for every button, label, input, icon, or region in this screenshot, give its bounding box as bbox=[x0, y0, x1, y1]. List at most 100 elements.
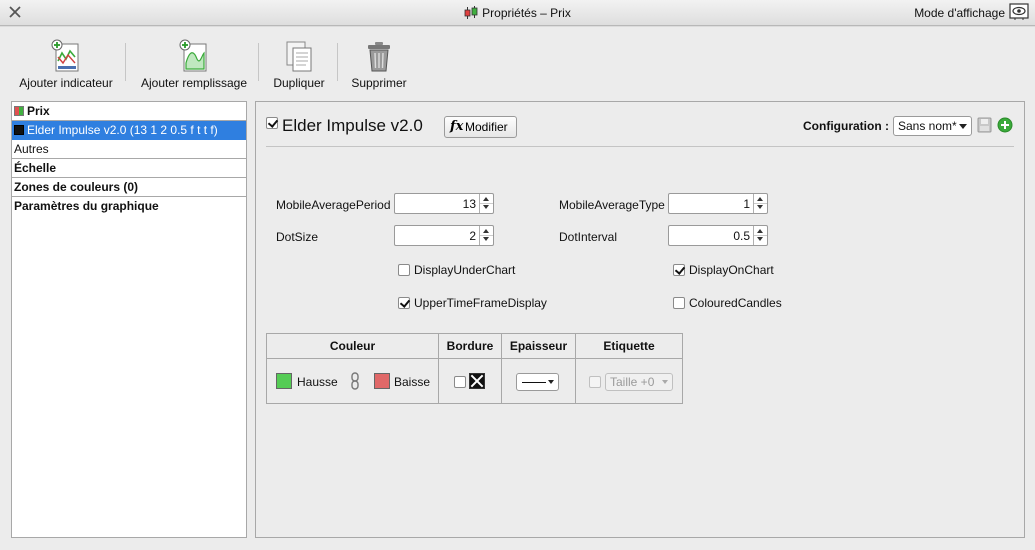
modify-button[interactable]: fx Modifier bbox=[444, 116, 517, 138]
label-checkbox[interactable] bbox=[589, 376, 601, 388]
dot-interval-label: DotInterval bbox=[559, 230, 618, 244]
tree-item-label: Paramètres du graphique bbox=[14, 199, 159, 213]
stepper-down-icon[interactable] bbox=[483, 205, 489, 209]
indicator-properties-panel: Elder Impulse v2.0 fx Modifier Configurat… bbox=[255, 101, 1025, 538]
column-header-couleur: Couleur bbox=[267, 334, 438, 359]
stepper-down-icon[interactable] bbox=[483, 237, 489, 241]
mobile-average-period-stepper[interactable]: 13 bbox=[394, 193, 494, 214]
border-color-swatch[interactable] bbox=[469, 373, 485, 389]
stepper-buttons[interactable] bbox=[753, 194, 767, 213]
label-size-select[interactable]: Taille +0 bbox=[605, 373, 673, 391]
save-icon[interactable] bbox=[977, 117, 992, 133]
coloured-candles-checkbox[interactable] bbox=[673, 297, 685, 309]
tree-item-label: Zones de couleurs (0) bbox=[14, 180, 139, 194]
indicator-enabled-checkbox[interactable] bbox=[266, 117, 278, 129]
add-icon[interactable] bbox=[997, 117, 1013, 133]
display-under-chart-label: DisplayUnderChart bbox=[414, 263, 516, 277]
dot-size-stepper[interactable]: 2 bbox=[394, 225, 494, 246]
mobile-average-type-value[interactable]: 1 bbox=[743, 197, 750, 211]
stepper-up-icon[interactable] bbox=[757, 229, 763, 233]
toolbar-separator bbox=[258, 43, 259, 81]
window-body: Ajouter indicateur Ajouter remplissage D… bbox=[0, 27, 1035, 550]
tree-item-echelle[interactable]: Échelle bbox=[12, 159, 246, 178]
configuration-select[interactable]: Sans nom* bbox=[893, 116, 972, 136]
mobile-average-period-value[interactable]: 13 bbox=[463, 197, 476, 211]
chevron-down-icon bbox=[959, 124, 967, 129]
upper-time-frame-display-checkbox[interactable] bbox=[398, 297, 410, 309]
upper-time-frame-display-label: UpperTimeFrameDisplay bbox=[414, 296, 547, 310]
view-mode-label[interactable]: Mode d'affichage bbox=[914, 6, 1005, 20]
window-title-text: Propriétés – Prix bbox=[482, 6, 571, 20]
stepper-buttons[interactable] bbox=[753, 226, 767, 245]
dot-size-label: DotSize bbox=[276, 230, 319, 244]
border-checkbox[interactable] bbox=[454, 376, 466, 388]
add-indicator-icon bbox=[51, 39, 79, 72]
add-fill-icon bbox=[179, 39, 207, 72]
chain-link-icon[interactable] bbox=[350, 372, 360, 390]
toolbar-separator bbox=[125, 43, 126, 81]
title-bar: Propriétés – Prix Mode d'affichage bbox=[0, 0, 1035, 26]
toolbar-separator bbox=[337, 43, 338, 81]
column-header-etiquette: Etiquette bbox=[576, 334, 682, 359]
duplicate-button[interactable]: Dupliquer bbox=[268, 39, 330, 95]
label-size-value: Taille +0 bbox=[610, 375, 655, 389]
down-color-swatch[interactable] bbox=[374, 373, 390, 389]
add-indicator-label: Ajouter indicateur bbox=[19, 76, 113, 90]
up-color-label: Hausse bbox=[297, 375, 338, 389]
column-header-bordure: Bordure bbox=[439, 334, 501, 359]
display-on-chart-checkbox[interactable] bbox=[673, 264, 685, 276]
line-sample bbox=[522, 382, 546, 383]
stepper-buttons[interactable] bbox=[479, 226, 493, 245]
up-color-swatch[interactable] bbox=[276, 373, 292, 389]
column-header-epaisseur: Epaisseur bbox=[502, 334, 575, 359]
add-fill-button[interactable]: Ajouter remplissage bbox=[136, 39, 252, 95]
mobile-average-type-label: MobileAverageType bbox=[559, 198, 665, 212]
stepper-up-icon[interactable] bbox=[483, 229, 489, 233]
header-divider bbox=[266, 146, 1014, 147]
candlestick-icon bbox=[464, 6, 478, 19]
dot-size-value[interactable]: 2 bbox=[469, 229, 476, 243]
tree-item-label: Elder Impulse v2.0 (13 1 2 0.5 f t t f) bbox=[27, 123, 218, 137]
stepper-up-icon[interactable] bbox=[757, 197, 763, 201]
chevron-down-icon bbox=[662, 380, 668, 384]
duplicate-label: Dupliquer bbox=[273, 76, 325, 90]
display-under-chart-checkbox[interactable] bbox=[398, 264, 410, 276]
delete-label: Supprimer bbox=[351, 76, 407, 90]
eye-icon[interactable] bbox=[1009, 3, 1029, 21]
color-settings-table: Couleur Bordure Epaisseur Etiquette Haus… bbox=[266, 333, 683, 404]
line-thickness-select[interactable] bbox=[516, 373, 559, 391]
tree-item-label: Autres bbox=[14, 142, 49, 156]
configuration-label: Configuration : bbox=[803, 119, 889, 133]
tree-item-label: Échelle bbox=[14, 161, 57, 175]
stepper-up-icon[interactable] bbox=[483, 197, 489, 201]
chevron-down-icon bbox=[548, 380, 554, 384]
delete-button[interactable]: Supprimer bbox=[346, 39, 412, 95]
display-on-chart-label: DisplayOnChart bbox=[689, 263, 774, 277]
stepper-down-icon[interactable] bbox=[757, 205, 763, 209]
duplicate-icon bbox=[286, 41, 312, 72]
tree-item-chart-settings[interactable]: Paramètres du graphique bbox=[12, 197, 246, 216]
modify-button-label: Modifier bbox=[465, 120, 508, 134]
indicator-title: Elder Impulse v2.0 bbox=[282, 116, 423, 135]
window-title: Propriétés – Prix bbox=[0, 6, 1035, 20]
dot-interval-stepper[interactable]: 0.5 bbox=[668, 225, 768, 246]
tree-item-prix[interactable]: Prix bbox=[12, 102, 246, 121]
tree-item-color-zones[interactable]: Zones de couleurs (0) bbox=[12, 178, 246, 197]
tree-item-elder-impulse[interactable]: Elder Impulse v2.0 (13 1 2 0.5 f t t f) bbox=[12, 121, 246, 140]
add-indicator-button[interactable]: Ajouter indicateur bbox=[14, 39, 118, 95]
tree-item-autres[interactable]: Autres bbox=[12, 140, 246, 159]
indicator-swatch-icon bbox=[14, 125, 24, 135]
tree-item-label: Prix bbox=[27, 104, 50, 118]
configuration-value: Sans nom* bbox=[898, 119, 957, 133]
dot-interval-value[interactable]: 0.5 bbox=[733, 229, 750, 243]
mobile-average-type-stepper[interactable]: 1 bbox=[668, 193, 768, 214]
column-divider bbox=[501, 334, 502, 403]
price-swatch-icon bbox=[14, 106, 24, 116]
stepper-buttons[interactable] bbox=[479, 194, 493, 213]
column-divider bbox=[438, 334, 439, 403]
stepper-down-icon[interactable] bbox=[757, 237, 763, 241]
trash-icon bbox=[368, 42, 390, 72]
fx-icon: fx bbox=[450, 119, 464, 134]
down-color-label: Baisse bbox=[394, 375, 431, 389]
add-fill-label: Ajouter remplissage bbox=[140, 76, 248, 90]
